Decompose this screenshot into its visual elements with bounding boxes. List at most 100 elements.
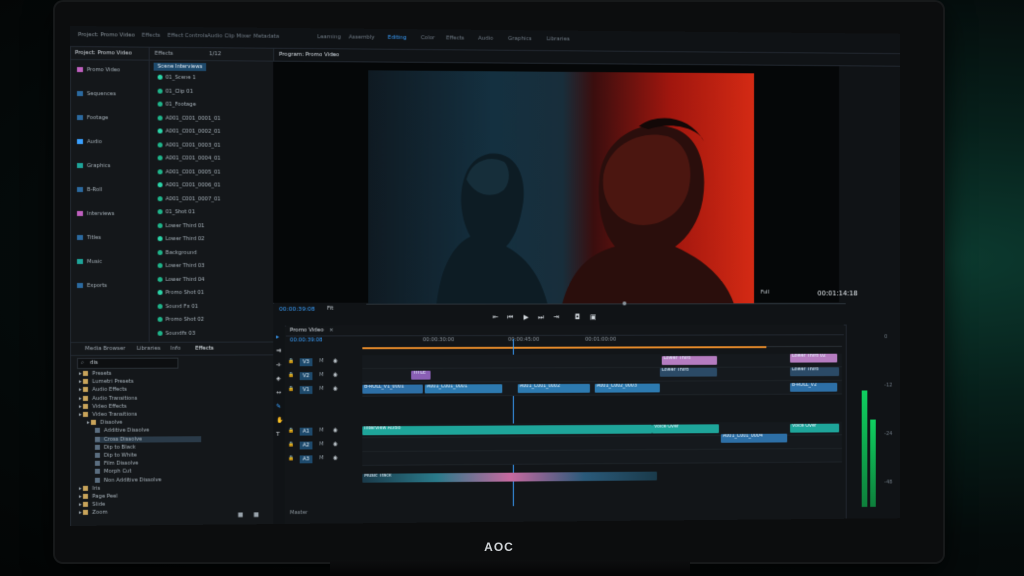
track-lane[interactable] — [362, 448, 842, 466]
effects-tree-item[interactable]: ▸ Presets — [79, 371, 112, 377]
toggle-icon[interactable]: M — [319, 358, 323, 364]
eye-icon[interactable]: ◉ — [333, 372, 338, 378]
effects-tree-item[interactable]: ▸ Page Peel — [79, 494, 118, 500]
toggle-icon[interactable]: M — [319, 428, 323, 434]
track-label[interactable]: V3 — [299, 358, 313, 367]
bin-list-item[interactable]: Soundfx 03 — [157, 330, 195, 336]
workspace-tab-color[interactable]: Color — [421, 35, 435, 41]
bin-list-item[interactable]: Lower Third 04 — [157, 276, 205, 282]
project-list-item[interactable]: B-Roll — [76, 187, 102, 193]
audio-clip[interactable]: Voice Over — [652, 424, 719, 434]
type-icon[interactable]: T — [276, 431, 280, 438]
bin-list-item[interactable]: A001_C001_0001_01 — [157, 115, 221, 121]
playhead-handle[interactable] — [622, 301, 627, 306]
video-clip[interactable]: A001_C001_0002 — [517, 383, 590, 394]
bin-list-item[interactable]: 01_Shot 01 — [157, 209, 195, 215]
ripple-edit-icon[interactable]: ⟛ — [276, 361, 281, 369]
video-clip[interactable]: A001_C001_0001 — [424, 384, 503, 394]
bin-list-item[interactable]: Sound Fx 01 — [157, 303, 198, 309]
bin-list-item[interactable]: Background — [157, 249, 197, 256]
bin-header[interactable]: Scene Interviews — [153, 62, 207, 72]
tab-sequence[interactable]: Promo Video — [290, 328, 324, 334]
step-back-icon[interactable]: ⏮ — [507, 313, 513, 322]
menu-item[interactable]: Audio Clip Mixer — [207, 33, 251, 39]
track-label[interactable]: A1 — [299, 427, 313, 436]
track-label[interactable]: A2 — [299, 441, 313, 450]
work-area-bar[interactable] — [362, 346, 767, 350]
tab-project[interactable]: Project: Promo Video — [75, 50, 132, 56]
fit-dropdown[interactable]: Fit — [327, 306, 333, 312]
menu-item[interactable]: Effect Controls — [168, 33, 208, 39]
video-clip[interactable]: B-ROLL_V1_0001 — [362, 384, 423, 394]
video-thumb-strip[interactable]: Music Track — [362, 471, 657, 483]
effects-tree-item[interactable]: Non Additive Dissolve — [94, 477, 161, 483]
track-select-icon[interactable]: ⇉ — [276, 347, 281, 354]
tab-effects[interactable]: Effects — [155, 51, 174, 57]
bin-list-item[interactable]: A001_C001_0005_01 — [157, 168, 221, 175]
razor-icon[interactable]: ◈ — [276, 375, 281, 382]
workspace-tab-effects[interactable]: Effects — [446, 35, 464, 41]
effects-tree-item[interactable]: ▸ Iris — [79, 486, 100, 492]
bin-list-item[interactable]: A001_C001_0002_01 — [157, 128, 221, 135]
effects-tree-item[interactable]: ▸ Video Transitions — [79, 412, 137, 418]
eye-icon[interactable]: ◉ — [333, 455, 338, 461]
mark-in-icon[interactable]: ⇤ — [493, 313, 499, 321]
title-clip[interactable]: Lower Third — [790, 367, 840, 377]
effects-tree-item[interactable]: Dip to Black — [94, 444, 136, 451]
audio-clip[interactable]: Voice Over — [790, 423, 840, 433]
effects-tree-item[interactable]: Morph Cut — [94, 469, 131, 475]
workspace-tab-audio[interactable]: Audio — [478, 36, 493, 42]
project-list-item[interactable]: Audio — [76, 139, 102, 145]
project-list-item[interactable]: Promo Video — [76, 67, 120, 73]
menu-item[interactable]: Metadata — [253, 34, 279, 40]
trash-icon[interactable]: ■ — [253, 511, 259, 518]
slip-icon[interactable]: ↔ — [276, 389, 281, 396]
close-icon[interactable]: × — [331, 52, 336, 58]
bin-list-item[interactable]: Promo Shot 02 — [157, 317, 204, 323]
bin-list-item[interactable]: A001_C001_0006_01 — [157, 182, 221, 188]
workspace-tab-assembly[interactable]: Assembly — [349, 35, 375, 41]
project-list-item[interactable]: Graphics — [76, 163, 110, 169]
lock-icon[interactable]: 🔒 — [288, 428, 294, 434]
camera-icon[interactable]: ▣ — [590, 313, 596, 321]
effects-tree-item[interactable]: ▸ Slide — [79, 502, 105, 508]
workspace-tab-editing[interactable]: Editing — [388, 35, 407, 41]
effects-tree-item[interactable]: Cross Dissolve — [94, 435, 202, 443]
effects-tree-item[interactable]: Additive Dissolve — [94, 428, 149, 434]
video-clip[interactable]: B-ROLL_V2 — [790, 382, 838, 392]
selection-tool-icon[interactable]: ▸ — [276, 334, 279, 341]
track-label[interactable]: V1 — [299, 385, 313, 394]
bin-list-item[interactable]: Lower Third 03 — [157, 263, 205, 269]
timecode-current[interactable]: 00:00:39:08 — [279, 306, 315, 313]
tab-libraries[interactable]: Libraries — [137, 346, 161, 352]
workspace-tab-learning[interactable]: Learning — [317, 34, 340, 40]
close-icon[interactable]: × — [329, 327, 334, 333]
project-list-item[interactable]: Exports — [76, 283, 107, 289]
lock-icon[interactable]: 🔒 — [288, 442, 294, 448]
effects-tree-item[interactable]: ▸ Audio Transitions — [79, 395, 137, 401]
bin-list-item[interactable]: 01_Footage — [157, 101, 196, 108]
pen-icon[interactable]: ✎ — [276, 403, 281, 410]
eye-icon[interactable]: ◉ — [333, 427, 338, 433]
tab-media-browser[interactable]: Media Browser — [85, 346, 125, 352]
step-forward-icon[interactable]: ⏭ — [538, 313, 544, 322]
toggle-icon[interactable]: M — [319, 386, 323, 392]
effects-tree-item[interactable]: ▸ Video Effects — [79, 404, 127, 410]
eye-icon[interactable]: ◉ — [333, 441, 338, 447]
hand-icon[interactable]: ✋ — [276, 417, 283, 424]
scrub-bar[interactable] — [366, 303, 846, 305]
eye-icon[interactable]: ◉ — [333, 358, 338, 364]
project-list-item[interactable]: Music — [76, 259, 102, 265]
workspace-tab-libraries[interactable]: Libraries — [547, 36, 570, 42]
timeline-timecode[interactable]: 00:00:39:08 — [290, 337, 323, 343]
project-list-item[interactable]: Footage — [76, 115, 108, 121]
title-clip[interactable]: Lower Third — [661, 356, 718, 365]
menu-item[interactable]: Project: Promo Video — [78, 32, 135, 39]
video-clip[interactable]: A001_C002_0003 — [594, 383, 660, 393]
eye-icon[interactable]: ◉ — [333, 386, 338, 392]
effects-tree-item[interactable]: ▸ Audio Effects — [79, 387, 127, 393]
title-clip[interactable]: TITLE — [411, 370, 431, 380]
quality-dropdown[interactable]: Full — [761, 290, 770, 296]
bin-list-item[interactable]: Lower Third 02 — [157, 236, 205, 242]
effects-search-input[interactable]: ⌕ dis — [76, 357, 179, 369]
